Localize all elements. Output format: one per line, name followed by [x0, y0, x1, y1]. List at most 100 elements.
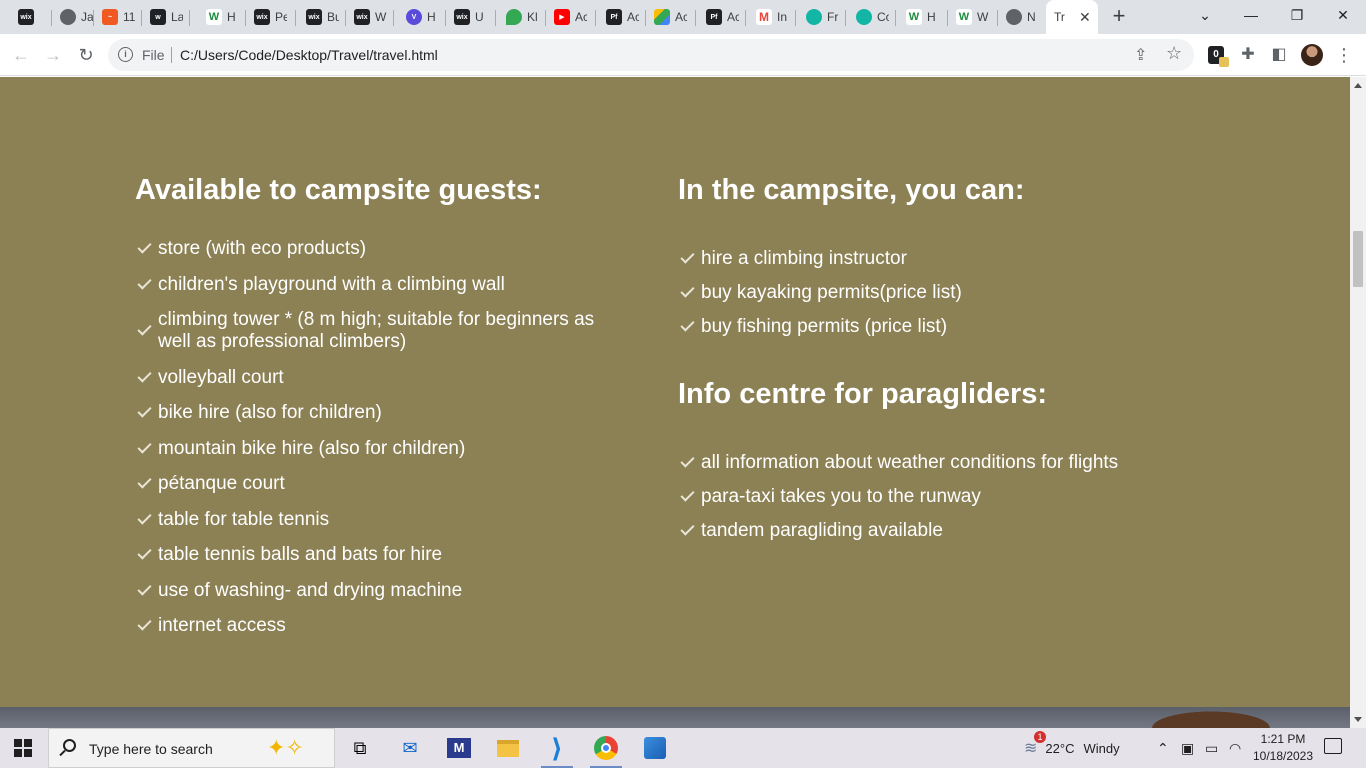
back-button[interactable]: ←: [9, 43, 33, 67]
tab[interactable]: V H: [398, 4, 446, 30]
notification-center-icon[interactable]: [1324, 738, 1342, 754]
wifi-icon[interactable]: ◠: [1229, 728, 1241, 768]
ring-favicon-icon: [856, 9, 872, 25]
tab-title: 11: [123, 10, 135, 24]
pf-favicon-icon: Pf: [706, 9, 722, 25]
task-view-icon[interactable]: ⧉: [338, 728, 382, 768]
wind-icon: ≋ 1: [1024, 731, 1046, 758]
minimize-button[interactable]: —: [1228, 0, 1274, 30]
tab-title: La: [171, 10, 183, 24]
list-item-text: all information about weather conditions…: [701, 452, 1119, 473]
checkmark-icon: [135, 473, 151, 495]
scroll-up-arrow-icon[interactable]: [1354, 83, 1362, 88]
tab-close-icon[interactable]: ✕: [1079, 9, 1091, 26]
forward-button[interactable]: →: [41, 43, 65, 67]
divider: [171, 47, 172, 63]
tab[interactable]: Pf Ac: [698, 4, 746, 30]
weather-widget[interactable]: ≋ 1 22°C Windy: [1024, 728, 1120, 768]
checkmark-icon: [135, 580, 151, 602]
new-tab-button[interactable]: +: [1107, 4, 1131, 30]
list-item: children's playground with a climbing wa…: [135, 274, 615, 296]
tab[interactable]: ~ 11: [94, 4, 142, 30]
scrollbar-thumb[interactable]: [1353, 231, 1363, 287]
list-item-text: table tennis balls and bats for hire: [158, 544, 443, 565]
checkmark-icon: [678, 486, 694, 508]
zap-favicon-icon: ~: [102, 9, 118, 25]
checkmark-icon: [135, 615, 151, 637]
tab[interactable]: W W: [948, 4, 998, 30]
list-item-text: buy fishing permits (price list): [701, 316, 948, 337]
tab[interactable]: wix Pe: [246, 4, 296, 30]
system-clock[interactable]: 1:21 PM 10/18/2023: [1248, 731, 1318, 765]
tab-title: N: [1027, 10, 1036, 24]
campsite-guests-section: Available to campsite guests: store (wit…: [135, 173, 615, 651]
tab[interactable]: ▶ Ac: [546, 4, 596, 30]
file-explorer-icon[interactable]: [486, 728, 530, 768]
activities-list: hire a climbing instructor buy kayaking …: [678, 248, 1278, 338]
restore-button[interactable]: ❐: [1274, 0, 1320, 30]
scroll-down-arrow-icon[interactable]: [1354, 717, 1362, 722]
tab[interactable]: N: [998, 4, 1046, 30]
extensions-puzzle-icon[interactable]: ✚: [1237, 44, 1259, 66]
share-icon[interactable]: ⇪: [1134, 45, 1147, 65]
list-item-text: para-taxi takes you to the runway: [701, 486, 981, 507]
bookmark-star-icon[interactable]: ☆: [1166, 43, 1182, 64]
w-favicon-icon: W: [956, 9, 972, 25]
tab[interactable]: M In: [748, 4, 796, 30]
tab-title: Tr: [1054, 10, 1065, 24]
tab[interactable]: wix W: [346, 4, 394, 30]
photos-icon[interactable]: [633, 728, 677, 768]
tab[interactable]: wix Bu: [298, 4, 346, 30]
chrome-icon[interactable]: [584, 728, 628, 768]
vscode-icon[interactable]: ⟩: [535, 728, 579, 768]
tab[interactable]: Kl: [498, 4, 546, 30]
list-item-text: bike hire (also for children): [158, 402, 382, 423]
page-scrollbar[interactable]: [1350, 77, 1366, 728]
extension-badge-icon[interactable]: 0: [1205, 44, 1229, 67]
mail-icon[interactable]: ✉: [388, 728, 432, 768]
tab[interactable]: Co: [848, 4, 896, 30]
show-hidden-icons-chevron-icon[interactable]: ⌃: [1157, 728, 1169, 768]
battery-icon[interactable]: ▭: [1205, 728, 1218, 768]
active-tab[interactable]: Tr ✕: [1046, 0, 1098, 34]
side-panel-icon[interactable]: ◧: [1268, 44, 1290, 66]
info-icon[interactable]: i: [118, 47, 133, 62]
windows-start-icon[interactable]: [14, 739, 32, 757]
url-text[interactable]: C:/Users/Code/Desktop/Travel/travel.html: [180, 47, 438, 63]
close-window-button[interactable]: ✕: [1320, 0, 1366, 30]
checkmark-icon: [135, 320, 151, 342]
tab[interactable]: W H: [898, 4, 948, 30]
address-bar[interactable]: i File C:/Users/Code/Desktop/Travel/trav…: [108, 39, 1194, 71]
checkmark-icon: [135, 274, 151, 296]
wix-favicon-icon: wix: [306, 9, 322, 25]
tab[interactable]: w La: [142, 4, 190, 30]
profile-avatar[interactable]: [1301, 44, 1323, 66]
tab[interactable]: W H: [198, 4, 246, 30]
sparkle-icon: ✦✧: [267, 735, 304, 760]
pen-app-icon[interactable]: M: [437, 728, 481, 768]
tab-title: Kl: [527, 10, 538, 24]
list-item: table for table tennis: [135, 509, 615, 531]
tab-title: Co: [877, 10, 889, 24]
tab[interactable]: Ja: [52, 4, 94, 30]
checkmark-icon: [135, 402, 151, 424]
checkmark-icon: [678, 248, 694, 270]
tab[interactable]: wix U: [446, 4, 496, 30]
list-item-text: buy kayaking permits(price list): [701, 282, 962, 303]
list-item-text: volleyball court: [158, 366, 284, 388]
list-item: para-taxi takes you to the runway: [678, 486, 1278, 508]
list-item: all information about weather conditions…: [678, 452, 1278, 474]
youtube-favicon-icon: ▶: [554, 9, 570, 25]
reload-button[interactable]: ↻: [74, 43, 98, 67]
menu-kebab-icon[interactable]: ⋮: [1333, 44, 1355, 66]
tab[interactable]: Ac: [646, 4, 696, 30]
tab-title: Ac: [675, 10, 687, 24]
tab[interactable]: Pf Ac: [598, 4, 646, 30]
tab-title: Pe: [275, 10, 287, 24]
v-favicon-icon: V: [406, 9, 422, 25]
monitor-icon[interactable]: ▣: [1181, 728, 1194, 768]
tab[interactable]: wix: [10, 4, 52, 30]
tab-search-chevron-icon[interactable]: ⌄: [1182, 0, 1228, 30]
taskbar-search[interactable]: Type here to search ✦✧: [48, 728, 335, 768]
tab[interactable]: Fr: [798, 4, 846, 30]
